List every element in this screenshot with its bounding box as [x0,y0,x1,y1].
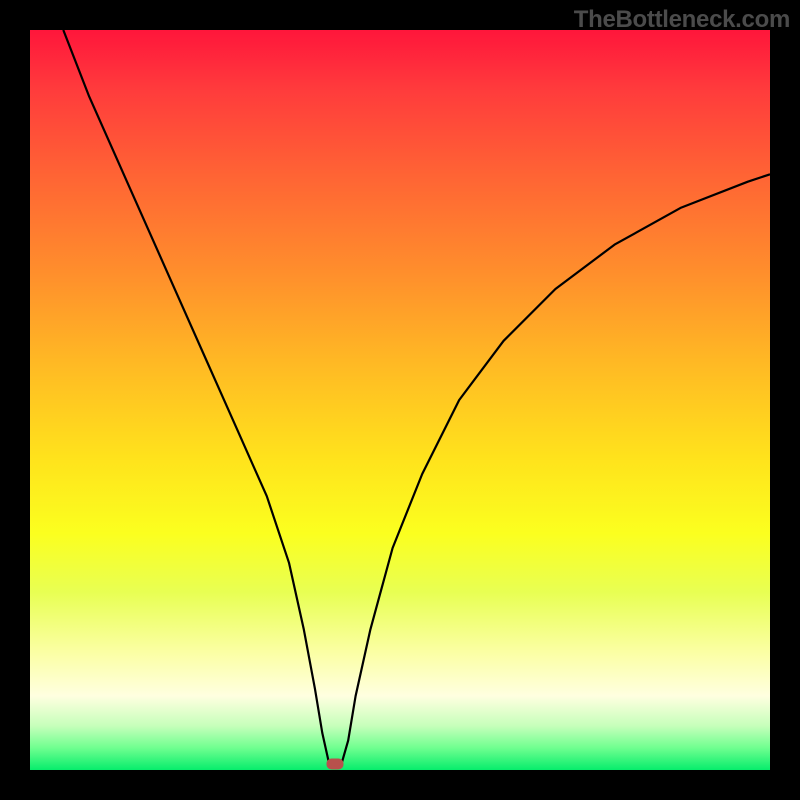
watermark-text: TheBottleneck.com [574,6,790,34]
plot-area [30,30,770,770]
chart-container: TheBottleneck.com [0,0,800,800]
optimum-marker [326,759,343,770]
bottleneck-curve [30,30,770,770]
